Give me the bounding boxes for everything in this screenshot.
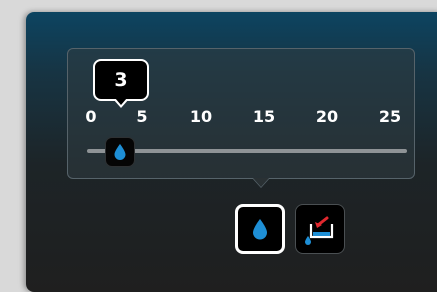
water-drop-mode-button[interactable] <box>235 204 285 254</box>
water-drop-icon <box>253 219 267 240</box>
slider-thumb[interactable] <box>105 137 135 167</box>
slider-value-bubble: 3 <box>93 59 149 101</box>
value-bubble-tail-fill <box>115 98 127 105</box>
fill-container-icon <box>305 216 334 245</box>
fill-container-mode-button[interactable] <box>295 204 345 254</box>
tick-label-0: 0 <box>85 107 97 126</box>
tick-label-25: 25 <box>378 107 402 126</box>
popover-pointer-fill <box>253 178 269 187</box>
water-drop-icon <box>114 144 126 160</box>
tick-label-10: 10 <box>189 107 213 126</box>
tick-label-15: 15 <box>252 107 276 126</box>
tick-label-5: 5 <box>136 107 148 126</box>
slider-track[interactable] <box>87 149 407 153</box>
tick-label-20: 20 <box>315 107 339 126</box>
